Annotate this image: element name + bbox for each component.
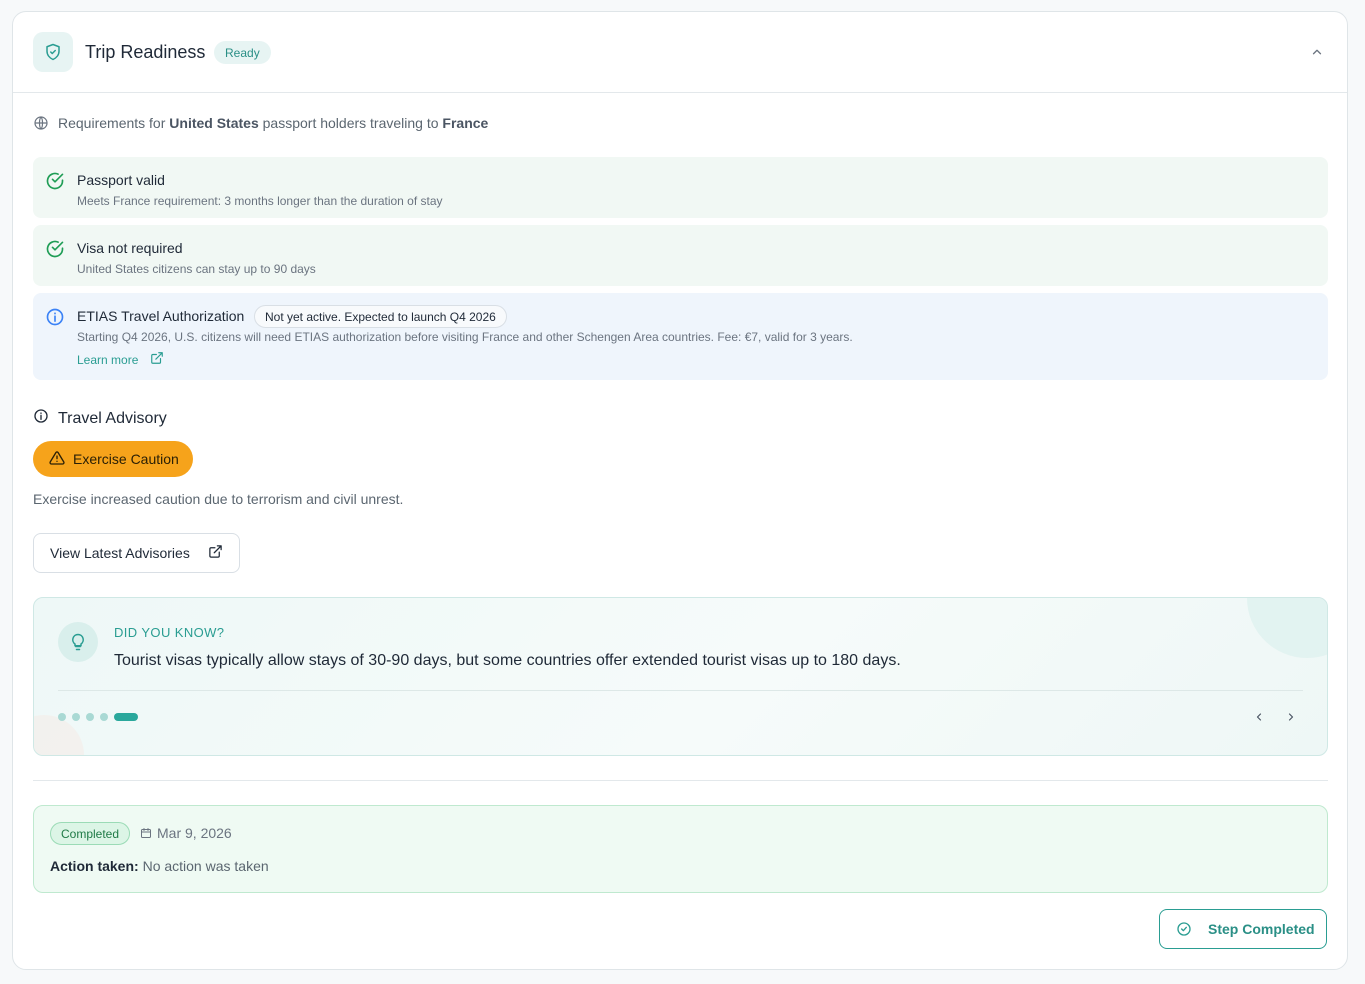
requirement-title: Passport valid	[77, 172, 165, 188]
view-advisories-label: View Latest Advisories	[50, 545, 190, 561]
step-completed-button[interactable]: Step Completed	[1159, 909, 1327, 949]
requirement-description: Meets France requirement: 3 months longe…	[77, 194, 443, 208]
advisory-heading: Travel Advisory	[33, 408, 167, 429]
etias-status-badge: Not yet active. Expected to launch Q4 20…	[254, 305, 507, 328]
tip-text: Tourist visas typically allow stays of 3…	[114, 652, 901, 669]
learn-more-label: Learn more	[77, 352, 139, 367]
requirement-passport: Passport valid Meets France requirement:…	[33, 157, 1328, 218]
requirements-summary: Requirements for United States passport …	[33, 115, 488, 131]
shield-icon	[33, 32, 73, 72]
requirement-title: Visa not required	[77, 240, 183, 256]
carousel-dot-active[interactable]	[114, 713, 138, 721]
action-taken-label: Action taken:	[50, 858, 139, 874]
advisory-description: Exercise increased caution due to terror…	[33, 491, 404, 507]
divider	[58, 690, 1303, 691]
carousel-nav	[1251, 707, 1299, 727]
step-completed-label: Step Completed	[1208, 921, 1315, 937]
action-taken: Action taken: No action was taken	[50, 858, 269, 874]
view-advisories-button[interactable]: View Latest Advisories	[33, 533, 240, 573]
status-badge: Ready	[214, 41, 271, 64]
chevron-left-icon[interactable]	[1251, 707, 1267, 727]
divider	[33, 780, 1328, 781]
learn-more-link[interactable]: Learn more	[77, 351, 164, 368]
info-icon	[33, 408, 49, 429]
chevron-up-icon[interactable]	[1307, 42, 1327, 62]
advisory-heading-label: Travel Advisory	[58, 409, 167, 427]
card-header[interactable]: Trip Readiness Ready	[13, 12, 1347, 93]
completion-date-text: Mar 9, 2026	[157, 825, 232, 841]
carousel-dot[interactable]	[86, 713, 94, 721]
completion-summary: Completed Mar 9, 2026 Action taken: No a…	[33, 805, 1328, 893]
check-circle-icon	[1176, 921, 1192, 937]
check-circle-icon	[45, 171, 65, 191]
carousel-dot[interactable]	[58, 713, 66, 721]
calendar-icon	[140, 827, 152, 839]
external-link-icon	[150, 351, 164, 368]
chevron-right-icon[interactable]	[1283, 707, 1299, 727]
requirement-title: ETIAS Travel Authorization	[77, 308, 245, 324]
completion-date: Mar 9, 2026	[140, 825, 232, 841]
carousel-dots	[58, 713, 138, 721]
carousel-dot[interactable]	[72, 713, 80, 721]
did-you-know-card: DID YOU KNOW? Tourist visas typically al…	[33, 597, 1328, 756]
decorative-circle	[1247, 598, 1327, 658]
page-title: Trip Readiness	[85, 42, 206, 62]
tip-label: DID YOU KNOW?	[114, 625, 225, 640]
destination-country: France	[442, 115, 489, 131]
info-icon	[45, 307, 65, 327]
lightbulb-icon	[58, 622, 98, 662]
summary-middle: passport holders traveling to	[262, 115, 439, 131]
decorative-circle	[34, 715, 84, 755]
trip-readiness-card: Trip Readiness Ready Requirements for Un…	[12, 11, 1348, 970]
warning-triangle-icon	[49, 450, 65, 469]
requirement-description: United States citizens can stay up to 90…	[77, 262, 316, 276]
external-link-icon	[208, 544, 223, 562]
check-circle-icon	[45, 239, 65, 259]
origin-country: United States	[169, 115, 259, 131]
requirement-visa: Visa not required United States citizens…	[33, 225, 1328, 286]
completed-badge: Completed	[50, 822, 131, 845]
requirement-description: Starting Q4 2026, U.S. citizens will nee…	[77, 330, 853, 344]
requirement-etias: ETIAS Travel Authorization Not yet activ…	[33, 293, 1328, 380]
summary-prefix: Requirements for	[58, 115, 166, 131]
carousel-dot[interactable]	[100, 713, 108, 721]
action-taken-value: No action was taken	[142, 858, 269, 874]
globe-icon	[33, 115, 49, 131]
advisory-level-label: Exercise Caution	[73, 451, 179, 467]
advisory-level-badge: Exercise Caution	[33, 441, 193, 477]
